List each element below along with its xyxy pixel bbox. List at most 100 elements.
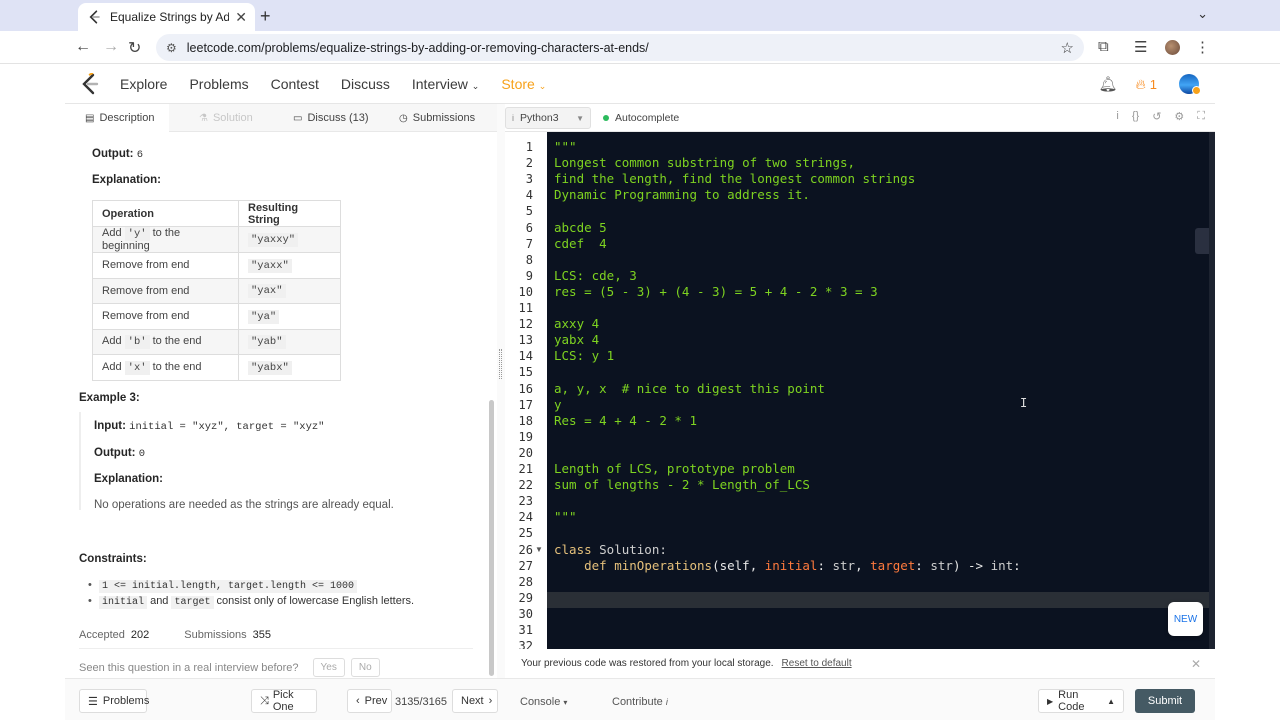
nav-contest[interactable]: Contest <box>271 76 319 92</box>
result-cell: "yab" <box>238 328 341 355</box>
user-avatar[interactable] <box>1179 74 1201 95</box>
code-line: def minOperations(self, initial: str, ta… <box>554 558 1021 574</box>
close-tab-icon[interactable]: ✕ <box>235 9 247 26</box>
output-label: Output: <box>92 148 134 160</box>
braces-icon[interactable]: {} <box>1132 110 1139 123</box>
code-editor[interactable]: 1 2 3 4 5 6 7 8 9 10 11 12 13 14 15 16 17 18 19 20 21 22 23 24 2… <box>505 132 1215 649</box>
new-feature-badge[interactable]: NEW <box>1168 602 1203 636</box>
clock-icon: ◷ <box>399 112 408 124</box>
submit-button[interactable]: Submit <box>1135 689 1195 713</box>
streak-count: 1 <box>1149 76 1157 92</box>
code-line: Res = 4 + 4 - 2 * 1 <box>554 413 697 428</box>
tab-search-chevron-icon[interactable]: ⌄ <box>1197 6 1208 22</box>
browser-tab[interactable]: Equalize Strings by Adding or Removing C… <box>78 3 255 31</box>
constraint-code: 1 <= initial.length, target.length <= 10… <box>99 580 358 593</box>
notification-bell-icon[interactable]: 🔔︎ <box>1098 75 1117 93</box>
browser-profile-avatar[interactable] <box>1165 40 1180 55</box>
run-code-button[interactable]: ▶ Run Code ▲ <box>1038 689 1124 713</box>
problem-description: Output: 6 Explanation: Operation Resulti… <box>65 132 497 678</box>
code-token: initial <box>764 558 818 573</box>
code-token: str <box>832 558 856 573</box>
editor-actions: i {} ↺ ⚙ ⛶ <box>1116 110 1205 123</box>
line-number: 7 <box>525 237 533 251</box>
example2-output: Output: 6 <box>92 148 143 161</box>
problems-list-button[interactable]: ☰ Problems <box>79 689 149 713</box>
site-info-icon[interactable]: ⚙ <box>166 41 177 55</box>
settings-icon[interactable]: ⚙ <box>1174 110 1184 123</box>
restore-message: Your previous code was restored from you… <box>521 658 774 669</box>
output-value: 6 <box>136 149 144 161</box>
new-tab-icon[interactable]: + <box>260 6 271 27</box>
line-number: 27 <box>518 559 533 573</box>
editor-toolbar: i Python3 ▼ Autocomplete i {} ↺ ⚙ ⛶ <box>505 104 1215 132</box>
contribute-link[interactable]: Contribute i <box>612 696 668 708</box>
bookmark-star-icon[interactable]: ☆ <box>1061 39 1074 57</box>
divider <box>79 648 473 649</box>
line-number: 21 <box>518 462 533 476</box>
reload-icon[interactable]: ↻ <box>128 38 141 58</box>
address-url: leetcode.com/problems/equalize-strings-b… <box>186 40 649 55</box>
fold-arrow-icon[interactable]: ▼ <box>535 545 543 554</box>
tab-discuss[interactable]: ▭ Discuss (13) <box>293 104 369 132</box>
result-code: "yax" <box>248 284 286 299</box>
console-toggle[interactable]: Console ▾ <box>520 696 567 708</box>
nav-store[interactable]: Store ⌄ <box>501 76 546 92</box>
op-text: Add <box>102 335 125 348</box>
example3-title: Example 3: <box>79 392 140 404</box>
fullscreen-icon[interactable]: ⛶ <box>1197 110 1205 123</box>
explanation-label: Explanation: <box>94 473 164 485</box>
line-number: 6 <box>525 221 533 235</box>
table-header-row: Operation Resulting String <box>92 200 341 227</box>
line-number: 32 <box>518 639 533 649</box>
input-label: Input: <box>94 420 126 432</box>
chevron-down-icon: ⌄ <box>538 80 547 91</box>
active-line-highlight <box>547 592 1215 608</box>
operation-cell: Add 'x' to the end <box>92 354 239 381</box>
info-icon[interactable]: i <box>1116 110 1118 123</box>
autocomplete-toggle[interactable]: Autocomplete <box>603 112 679 124</box>
op-text: to the end <box>149 335 202 348</box>
code-token: int <box>990 558 1014 573</box>
no-button[interactable]: No <box>350 658 380 677</box>
panel-resize-handle[interactable] <box>497 104 505 678</box>
code-line: Dynamic Programming to address it. <box>554 187 810 202</box>
address-bar[interactable]: ⚙ leetcode.com/problems/equalize-strings… <box>156 34 1084 61</box>
code-line: """ <box>554 509 577 524</box>
language-select[interactable]: i Python3 ▼ <box>505 107 591 129</box>
extensions-icon[interactable]: ⧉ <box>1098 38 1109 55</box>
reset-to-default-link[interactable]: Reset to default <box>782 658 852 669</box>
back-arrow-icon[interactable]: ← <box>75 38 91 56</box>
tab-description[interactable]: ▤ Description <box>65 104 169 132</box>
pick-one-button[interactable]: ⤨ Pick One <box>251 689 317 713</box>
info-icon: i <box>665 697 668 707</box>
code-line: find the length, find the longest common… <box>554 171 916 186</box>
description-scrollbar[interactable] <box>489 400 494 676</box>
example3-output: Output: 0 <box>94 447 145 460</box>
next-button[interactable]: Next › <box>452 689 498 713</box>
line-number: 8 <box>525 253 533 267</box>
yes-button[interactable]: Yes <box>312 658 345 677</box>
leetcode-logo-icon[interactable] <box>80 71 100 95</box>
browser-menu-icon[interactable]: ⋮ <box>1195 38 1210 56</box>
streak-counter[interactable]: 🔥︎ 1 <box>1135 76 1157 93</box>
editor-scrollbar[interactable] <box>1209 132 1215 649</box>
nav-explore[interactable]: Explore <box>120 76 167 92</box>
reading-list-icon[interactable]: ☰ <box>1134 38 1147 56</box>
line-number: 24 <box>518 510 533 524</box>
nav-problems[interactable]: Problems <box>189 76 248 92</box>
problem-tabs: ▤ Description ⚗ Solution ▭ Discuss (13) ◷ Su… <box>65 104 497 132</box>
line-number: 22 <box>518 478 533 492</box>
tab-solution[interactable]: ⚗ Solution <box>199 104 253 132</box>
console-label: Console <box>520 696 561 708</box>
table-row: Add 'b' to the end "yab" <box>92 328 341 355</box>
close-notice-icon[interactable]: ✕ <box>1191 657 1201 671</box>
forward-arrow-icon[interactable]: → <box>103 38 119 56</box>
tab-submissions[interactable]: ◷ Submissions <box>399 104 475 132</box>
prev-button[interactable]: ‹ Prev <box>347 689 392 713</box>
nav-discuss[interactable]: Discuss <box>341 76 390 92</box>
code-line: Longest common substring of two strings, <box>554 155 856 170</box>
reset-icon[interactable]: ↺ <box>1152 110 1161 123</box>
line-number-gutter: 1 2 3 4 5 6 7 8 9 10 11 12 13 14 15 16 17 18 19 20 21 22 23 24 2… <box>505 132 547 649</box>
table-row: Remove from end "ya" <box>92 303 341 330</box>
nav-interview[interactable]: Interview ⌄ <box>412 76 479 92</box>
